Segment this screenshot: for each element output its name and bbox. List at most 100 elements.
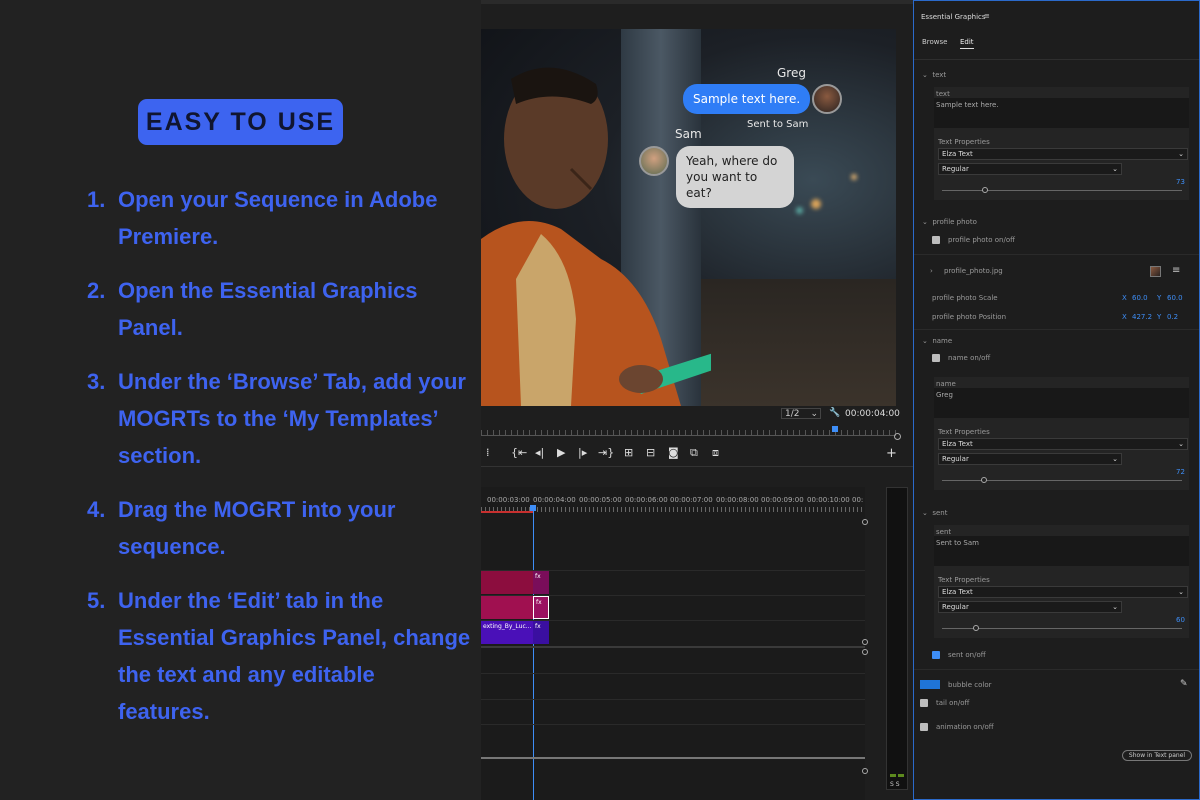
resolution-value: 1/2 bbox=[785, 409, 800, 419]
playhead-marker[interactable] bbox=[832, 426, 838, 432]
tab-browse[interactable]: Browse bbox=[922, 38, 948, 46]
step-number: 5. bbox=[87, 588, 106, 613]
profile-photo-checkbox[interactable] bbox=[932, 236, 940, 244]
slider-knob[interactable] bbox=[973, 625, 979, 631]
compare-icon[interactable]: ⧉ bbox=[690, 446, 698, 460]
slider-knob[interactable] bbox=[981, 477, 987, 483]
scroll-handle[interactable] bbox=[862, 649, 868, 655]
show-in-text-panel-button[interactable]: Show in Text panel bbox=[1122, 750, 1192, 761]
font-size-value[interactable]: 60 bbox=[1176, 616, 1185, 624]
play-icon[interactable]: ▶ bbox=[557, 446, 565, 459]
section-label: profile photo bbox=[932, 218, 977, 226]
scale-y-value[interactable]: 60.0 bbox=[1167, 294, 1183, 302]
ruler-tick: 00:00:10:00 bbox=[807, 496, 850, 504]
step-item: 2. Open the Essential Graphics Panel. bbox=[87, 272, 472, 346]
position-x-value[interactable]: 427.2 bbox=[1132, 313, 1152, 321]
profile-position-label: profile photo Position bbox=[932, 313, 1007, 321]
text-properties-label: Text Properties bbox=[938, 428, 990, 436]
font-value: Elza Text bbox=[942, 588, 973, 596]
chevron-down-icon: ⌄ bbox=[810, 409, 818, 419]
divider bbox=[914, 59, 1199, 60]
safe-margins-icon[interactable]: ⧈ bbox=[712, 446, 719, 460]
scroll-handle[interactable] bbox=[862, 519, 868, 525]
timeline-ruler[interactable]: 00:00:03:00 00:00:04:00 00:00:05:00 00:0… bbox=[481, 487, 865, 513]
bokeh-light bbox=[851, 174, 857, 180]
step-item: 1. Open your Sequence in Adobe Premiere. bbox=[87, 181, 472, 255]
name-input[interactable]: Greg bbox=[934, 388, 1189, 418]
font-size-slider[interactable] bbox=[942, 480, 1182, 481]
meter-solo-label[interactable]: S S bbox=[890, 781, 900, 788]
divider bbox=[914, 669, 1199, 670]
text-input[interactable]: Sample text here. bbox=[934, 98, 1189, 128]
timeline-clip[interactable] bbox=[481, 571, 533, 594]
style-value: Regular bbox=[942, 603, 969, 611]
section-text[interactable]: ⌄ text bbox=[922, 71, 946, 79]
font-size-value[interactable]: 73 bbox=[1176, 178, 1185, 186]
go-to-in-icon[interactable]: {⇤ bbox=[511, 446, 527, 459]
bubble-color-swatch[interactable] bbox=[920, 680, 940, 689]
resolution-select[interactable]: 1/2 ⌄ bbox=[781, 408, 821, 419]
font-select[interactable]: Elza Text ⌄ bbox=[938, 586, 1188, 598]
font-size-slider[interactable] bbox=[942, 190, 1182, 191]
clip-fx-badge[interactable]: fx bbox=[533, 596, 549, 619]
camera-icon[interactable]: ◙ bbox=[668, 446, 679, 459]
step-text: Open your Sequence in Adobe Premiere. bbox=[118, 187, 438, 249]
name-checkbox[interactable] bbox=[932, 354, 940, 362]
wrench-icon[interactable]: 🔧 bbox=[829, 408, 840, 418]
clip-fx-badge[interactable]: fx bbox=[533, 621, 549, 644]
divider bbox=[914, 329, 1199, 330]
style-select[interactable]: Regular ⌄ bbox=[938, 453, 1122, 465]
section-profile-photo[interactable]: ⌄ profile photo bbox=[922, 218, 977, 226]
chevron-down-icon: ⌄ bbox=[922, 337, 928, 345]
timeline-clip[interactable] bbox=[481, 596, 533, 619]
photo-thumbnail[interactable] bbox=[1150, 266, 1161, 277]
eyedropper-icon[interactable]: ✎ bbox=[1180, 679, 1188, 689]
go-to-out-icon[interactable]: ⇥} bbox=[598, 446, 614, 459]
step-back-icon[interactable]: ◂| bbox=[535, 446, 544, 459]
ruler-tick: 00:00:07:00 bbox=[670, 496, 713, 504]
chevron-down-icon: ⌄ bbox=[922, 509, 928, 517]
transport-controls: ⁞ {⇤ ◂| ▶ |▸ ⇥} ⊞ ⊟ ◙ ⧉ ⧈ + bbox=[481, 446, 913, 461]
sent-onoff-label: sent on/off bbox=[948, 651, 986, 659]
animation-checkbox[interactable] bbox=[920, 723, 928, 731]
ruler-tick: 00: bbox=[852, 496, 864, 504]
section-name[interactable]: ⌄ name bbox=[922, 337, 952, 345]
sent-checkbox[interactable] bbox=[932, 651, 940, 659]
font-select[interactable]: Elza Text ⌄ bbox=[938, 438, 1188, 450]
clip-fx-badge[interactable]: fx bbox=[533, 571, 549, 594]
zoom-handle[interactable] bbox=[894, 433, 901, 440]
text-properties-label: Text Properties bbox=[938, 138, 990, 146]
chevron-right-icon[interactable]: › bbox=[930, 267, 933, 275]
extract-icon[interactable]: ⊟ bbox=[646, 446, 655, 459]
position-y-value[interactable]: 0.2 bbox=[1167, 313, 1178, 321]
scroll-handle[interactable] bbox=[862, 768, 868, 774]
style-select[interactable]: Regular ⌄ bbox=[938, 601, 1122, 613]
font-size-value[interactable]: 72 bbox=[1176, 468, 1185, 476]
scroll-handle[interactable] bbox=[862, 639, 868, 645]
section-sent[interactable]: ⌄ sent bbox=[922, 509, 947, 517]
font-select[interactable]: Elza Text ⌄ bbox=[938, 148, 1188, 160]
sent-input[interactable]: Sent to Sam bbox=[934, 536, 1189, 566]
slider-knob[interactable] bbox=[982, 187, 988, 193]
greg-name-label: Greg bbox=[777, 66, 806, 80]
mark-in-icon[interactable]: ⁞ bbox=[486, 446, 490, 459]
style-value: Regular bbox=[942, 455, 969, 463]
tab-edit[interactable]: Edit bbox=[960, 38, 974, 49]
tail-checkbox[interactable] bbox=[920, 699, 928, 707]
step-text: Under the ‘Edit’ tab in the Essential Gr… bbox=[118, 588, 471, 724]
scale-y-label: Y bbox=[1157, 294, 1162, 302]
style-select[interactable]: Regular ⌄ bbox=[938, 163, 1122, 175]
sam-name-label: Sam bbox=[675, 127, 702, 141]
hamburger-menu-icon[interactable]: ≡ bbox=[984, 12, 990, 20]
step-forward-icon[interactable]: |▸ bbox=[578, 446, 587, 459]
timeline-clip-label[interactable]: exting_By_Luc... bbox=[481, 621, 533, 644]
step-text: Under the ‘Browse’ Tab, add your MOGRTs … bbox=[118, 369, 466, 468]
ruler-tick: 00:00:08:00 bbox=[716, 496, 759, 504]
lift-icon[interactable]: ⊞ bbox=[624, 446, 633, 459]
add-button-icon[interactable]: + bbox=[886, 446, 897, 461]
scale-x-value[interactable]: 60.0 bbox=[1132, 294, 1148, 302]
track-divider bbox=[481, 724, 865, 725]
hamburger-menu-icon[interactable]: ≡ bbox=[1172, 265, 1180, 276]
greg-avatar bbox=[812, 84, 842, 114]
section-label: name bbox=[932, 337, 953, 345]
